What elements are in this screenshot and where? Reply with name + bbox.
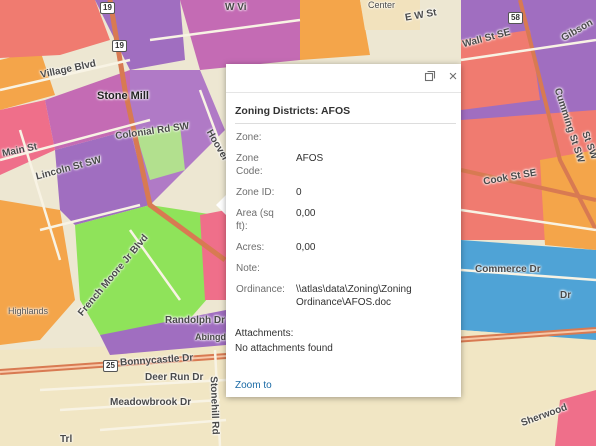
zone-tan-se [461, 330, 530, 446]
field-value: 0,00 [296, 242, 316, 253]
street-label-commerce: Commerce Dr [475, 264, 541, 275]
field-label: Zone: [236, 132, 262, 143]
place-label-center: Center [368, 0, 396, 10]
street-label-randolph: Randolph Dr [165, 315, 225, 326]
zoom-to-link[interactable]: Zoom to [235, 380, 272, 391]
place-label-highlands: Highlands [8, 306, 49, 316]
field-value: 0,00 [296, 208, 316, 219]
street-label-trl: Trl [60, 434, 73, 445]
route-shield-19: 19 [112, 40, 127, 52]
route-shield-58: 58 [508, 12, 523, 24]
route-shield-19b: 19 [100, 2, 115, 14]
street-label-dr: Dr [560, 290, 572, 301]
street-label-meadowbrook: Meadowbrook Dr [110, 397, 192, 408]
feature-popup: × Zoning Districts: AFOS Zone: Zone Code… [226, 64, 461, 397]
close-icon[interactable]: × [446, 69, 460, 84]
street-label-stonehill: Stonehill Rd [207, 376, 221, 435]
field-label: Area (sq ft): [236, 208, 274, 232]
field-label: Zone Code: [236, 153, 263, 177]
field-label: Zone ID: [236, 187, 275, 198]
place-label-stone-mill: Stone Mill [97, 90, 149, 102]
field-label: Acres: [236, 242, 265, 253]
field-label: Note: [236, 263, 260, 274]
route-shield-25: 25 [103, 360, 118, 372]
attachments-label: Attachments: [235, 328, 294, 339]
attachments-value: No attachments found [235, 343, 333, 354]
title-divider [235, 123, 456, 124]
popup-header: × [226, 64, 461, 93]
field-value: 0 [296, 187, 302, 198]
street-label-deer-run: Deer Run Dr [145, 372, 204, 383]
maximize-icon[interactable] [423, 70, 437, 84]
popup-pointer [216, 195, 226, 215]
field-label: Ordinance: [236, 284, 285, 295]
ordinance-link[interactable]: \\atlas\data\Zoning\Zoning Ordinance\AFO… [296, 283, 436, 309]
field-value: AFOS [296, 153, 324, 164]
zone-orange-north [300, 0, 370, 60]
zone-blue-east [461, 240, 596, 340]
street-label-w-vi: W Vi [225, 2, 247, 13]
popup-title: Zoning Districts: AFOS [235, 105, 351, 117]
